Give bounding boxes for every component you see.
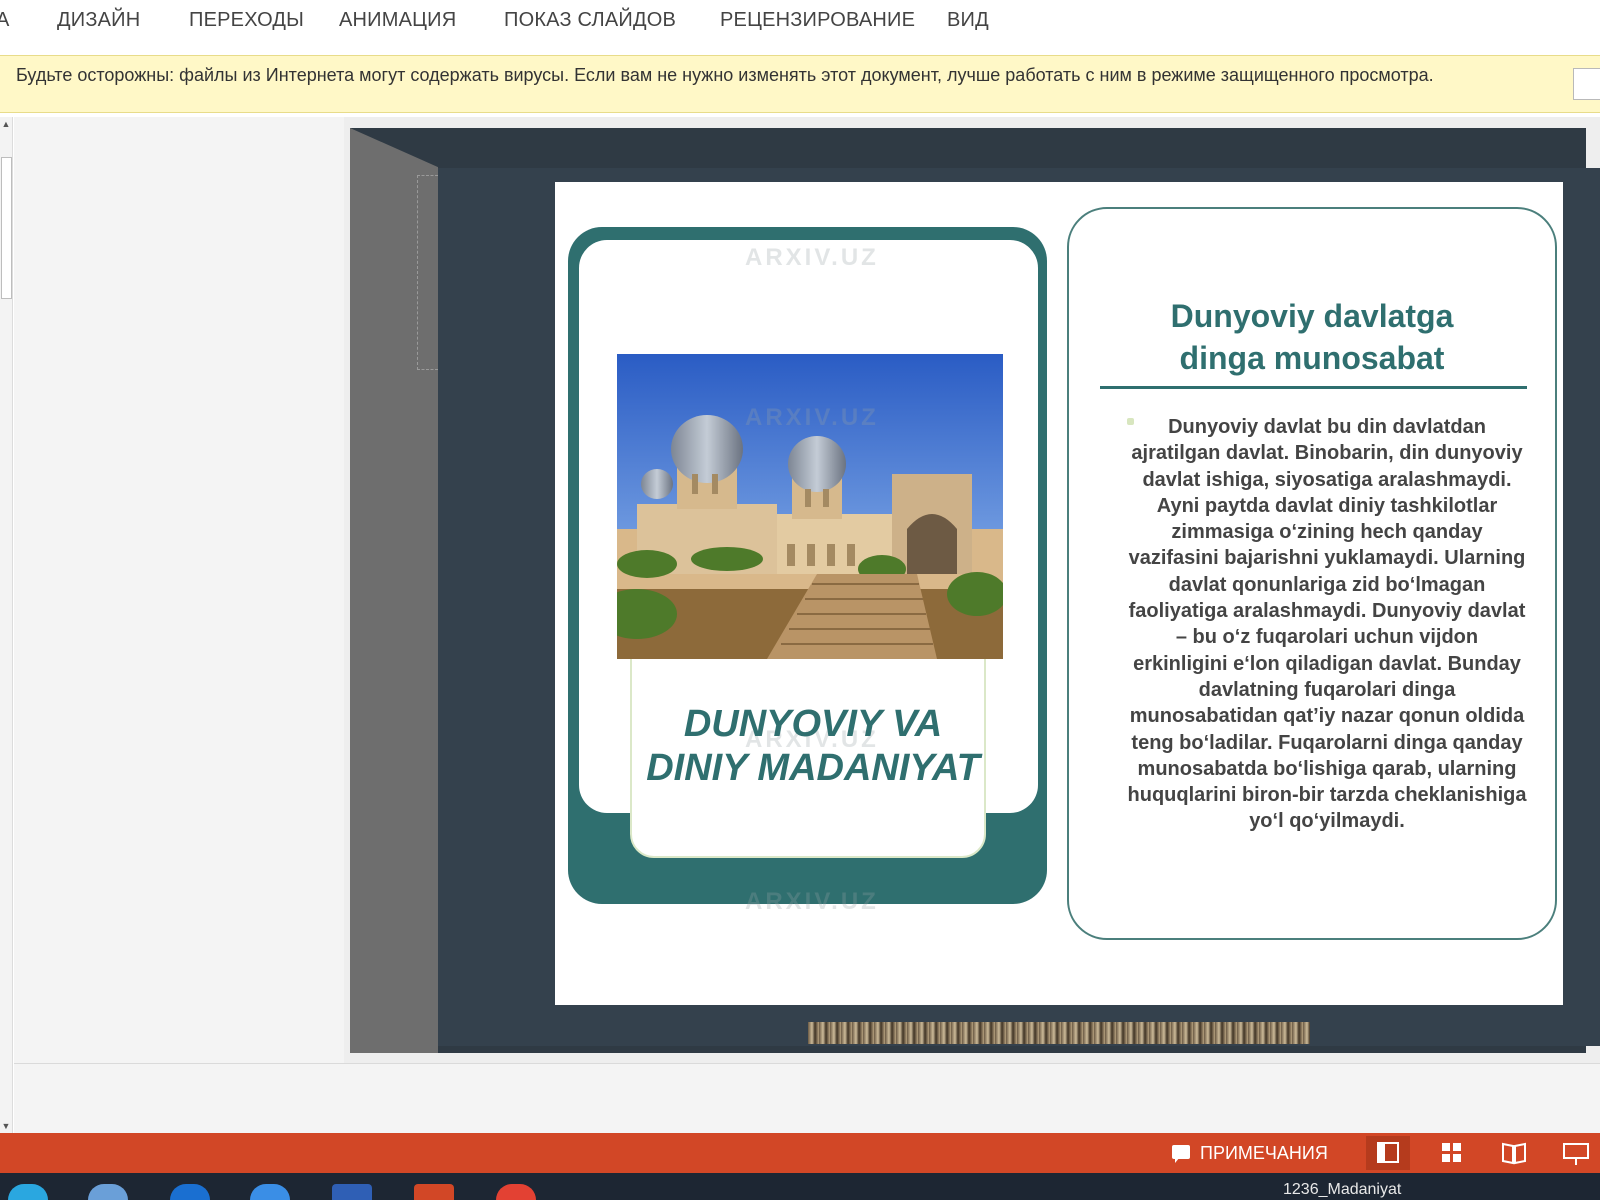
tab-partial[interactable]: А — [0, 9, 10, 32]
thumbnail-scrollbar[interactable]: ▲ ▼ — [0, 117, 13, 1133]
notes-pane[interactable] — [14, 1063, 1600, 1134]
edge-browser-icon[interactable] — [8, 1184, 48, 1200]
powerpoint-icon[interactable] — [414, 1184, 454, 1200]
enable-editing-button[interactable] — [1573, 68, 1600, 100]
taskbar-window-title[interactable]: 1236_Madaniyat — [1283, 1181, 1401, 1199]
tab-transitions[interactable]: ПЕРЕХОДЫ — [189, 9, 304, 32]
normal-view-button[interactable] — [1366, 1136, 1410, 1170]
title-underline — [1100, 386, 1527, 389]
app-icon[interactable] — [250, 1184, 290, 1200]
watermark-logo: ARXIV.UZ — [745, 404, 879, 431]
scroll-up-arrow-icon[interactable]: ▲ — [0, 117, 12, 131]
watermark-logo: ARXIV.UZ — [745, 888, 879, 915]
slide-title-line-1: DUNYOVIY VA — [683, 703, 943, 745]
slide-corner-fold — [350, 128, 440, 168]
tab-view[interactable]: ВИД — [947, 9, 989, 32]
windows-taskbar: 1236_Madaniyat — [0, 1173, 1600, 1200]
reading-view-button[interactable] — [1492, 1136, 1536, 1170]
notes-button[interactable]: ПРИМЕЧАНИЯ — [1172, 1139, 1328, 1167]
watermark-logo: ARXIV.UZ — [745, 244, 879, 271]
reading-view-icon — [1502, 1142, 1526, 1165]
tab-animations[interactable]: АНИМАЦИЯ — [339, 9, 456, 32]
file-explorer-icon[interactable] — [88, 1184, 128, 1200]
scroll-down-arrow-icon[interactable]: ▼ — [0, 1119, 12, 1133]
scroll-thumb[interactable] — [1, 157, 12, 299]
slide-sorter-icon — [1442, 1143, 1461, 1162]
tab-review[interactable]: РЕЦЕНЗИРОВАНИЕ — [720, 9, 915, 32]
decorative-image-strip — [808, 1022, 1310, 1044]
right-title-line-1: Dunyoviy davlatga — [1170, 298, 1454, 334]
slideshow-icon — [1563, 1143, 1589, 1165]
protected-view-message: Будьте осторожны: файлы из Интернета мог… — [16, 65, 1434, 85]
ribbon-tab-bar: А ДИЗАЙН ПЕРЕХОДЫ АНИМАЦИЯ ПОКАЗ СЛАЙДОВ… — [0, 0, 1600, 50]
slide-sorter-button[interactable] — [1430, 1136, 1474, 1170]
protected-view-bar: Будьте осторожны: файлы из Интернета мог… — [0, 55, 1600, 113]
status-bar: ПРИМЕЧАНИЯ — [0, 1133, 1600, 1173]
right-card-title: Dunyoviy davlatga dinga munosabat — [1095, 295, 1529, 379]
tab-design[interactable]: ДИЗАЙН — [57, 9, 140, 32]
mosque-photo — [617, 354, 1003, 659]
slideshow-button[interactable] — [1554, 1136, 1598, 1170]
chrome-icon[interactable] — [496, 1184, 536, 1200]
store-icon[interactable] — [170, 1184, 210, 1200]
slide-thumbnail-pane[interactable] — [14, 117, 344, 1063]
selection-outline — [417, 175, 438, 370]
right-title-line-2: dinga munosabat — [1179, 340, 1445, 376]
save-icon[interactable] — [332, 1184, 372, 1200]
notes-label: ПРИМЕЧАНИЯ — [1200, 1143, 1328, 1163]
right-card-body: Dunyoviy davlat bu din davlatdan ajratil… — [1127, 416, 1527, 833]
notes-icon — [1172, 1145, 1190, 1163]
slide-title-line-2: DINIY MADANIYAT — [646, 747, 980, 789]
slide-title: DUNYOVIY VA DINIY MADANIYAT — [612, 702, 1014, 790]
tab-slideshow[interactable]: ПОКАЗ СЛАЙДОВ — [504, 9, 676, 32]
normal-view-icon — [1377, 1142, 1399, 1163]
